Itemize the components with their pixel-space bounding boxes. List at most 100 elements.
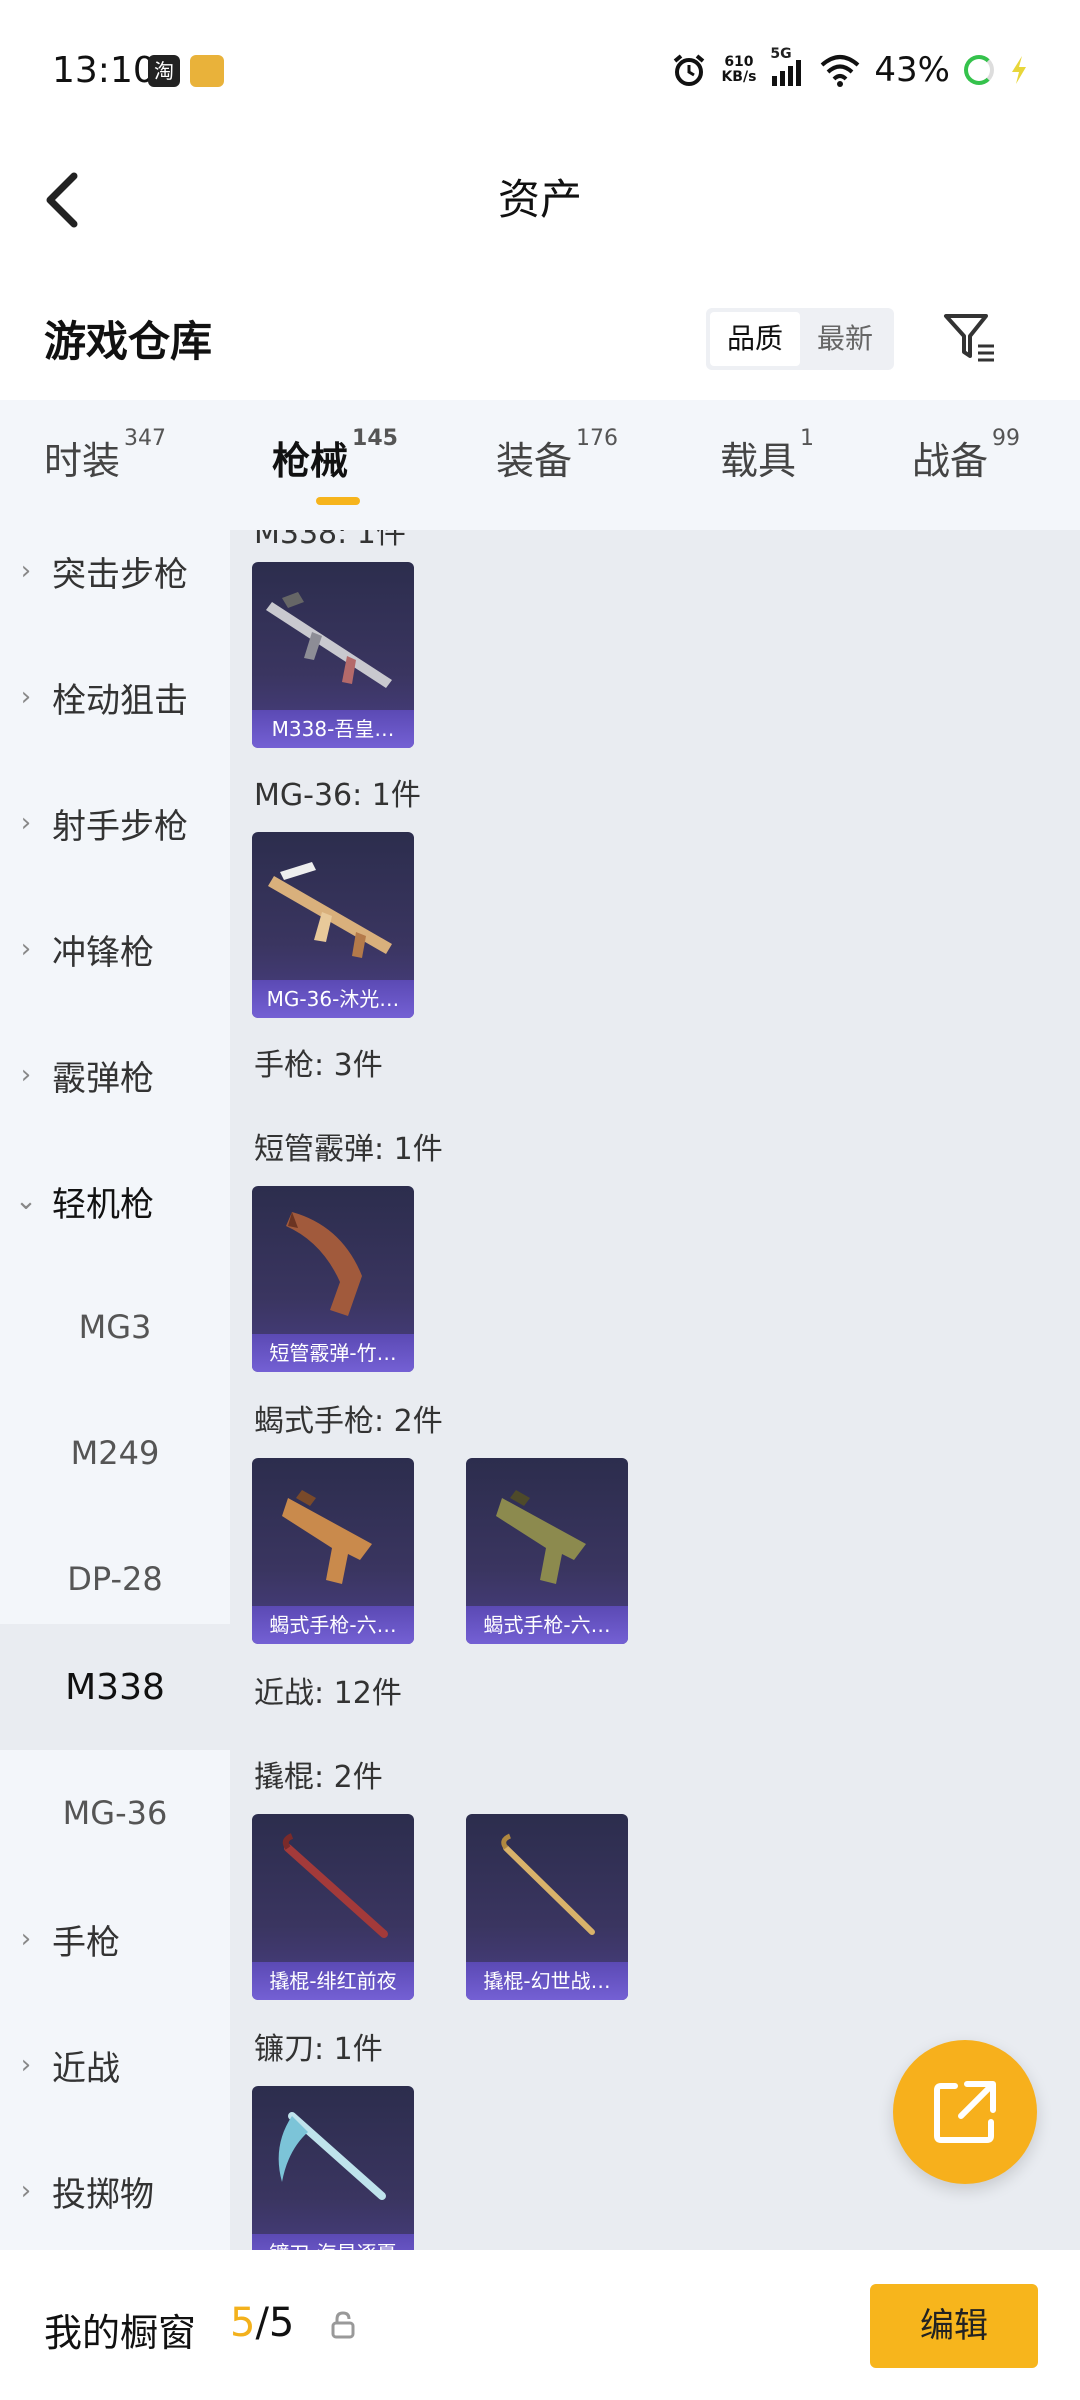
item-list: M338: 1件 M338-吾皇… MG-36: 1件 MG-36-沐光… 手枪… xyxy=(230,530,1080,2250)
chevron-right-icon: › xyxy=(20,808,32,838)
status-bar: 13:10 淘 610 KB/s 5G 43% xyxy=(0,0,1080,140)
warehouse-title: 游戏仓库 xyxy=(44,317,213,366)
sidebar-item-smg[interactable]: › 冲锋枪 xyxy=(0,886,230,1012)
item-card-name: 蝎式手枪-六… xyxy=(466,1606,628,1644)
share-external-icon xyxy=(934,2081,996,2143)
page-title: 资产 xyxy=(497,175,582,224)
showcase-count: 5/5 xyxy=(230,2300,294,2346)
sidebar-item-label: M338 xyxy=(65,1666,165,1708)
item-card-name: 撬棍-幻世战… xyxy=(466,1962,628,2000)
group-label-scythe: 镰刀: 1件 xyxy=(254,2032,383,2067)
item-card-name: 镰刀-海星逐夏 xyxy=(252,2234,414,2250)
sidebar-item-bolt-sniper[interactable]: › 栓动狙击 xyxy=(0,634,230,760)
net-speed: 610 KB/s xyxy=(721,55,756,85)
tab-vehicles[interactable]: 载具1 xyxy=(720,426,814,485)
sidebar-item-melee[interactable]: › 近战 xyxy=(0,2002,230,2128)
chevron-right-icon: › xyxy=(20,556,32,586)
alarm-icon xyxy=(674,54,705,86)
sidebar-item-label: 突击步枪 xyxy=(52,554,188,595)
net-speed-unit: KB/s xyxy=(721,69,757,85)
item-card-crowbar-1[interactable]: 撬棍-绯红前夜 xyxy=(252,1814,414,2000)
crowbar-icon xyxy=(501,1833,595,1935)
rifle-icon xyxy=(268,862,392,958)
status-right: 610 KB/s 5G 43% xyxy=(671,46,1030,92)
tab-count: 176 xyxy=(576,426,619,451)
warehouse-header: 游戏仓库 品质 最新 xyxy=(0,290,1080,400)
item-card-name: 撬棍-绯红前夜 xyxy=(252,1962,414,2000)
sidebar-item-label: 轻机枪 xyxy=(52,1184,154,1225)
sidebar-item-marksman-rifle[interactable]: › 射手步枪 xyxy=(0,760,230,886)
sidebar-item-label: MG3 xyxy=(78,1308,152,1346)
sidebar-item-label: 手枪 xyxy=(52,1922,120,1963)
item-card-mg36[interactable]: MG-36-沐光… xyxy=(252,832,414,1018)
sidebar-item-label: MG-36 xyxy=(62,1794,168,1832)
item-card-m338[interactable]: M338-吾皇… xyxy=(252,562,414,748)
sidebar-subitem-mg36[interactable]: MG-36 xyxy=(0,1750,230,1876)
group-label-crowbar: 撬棍: 2件 xyxy=(254,1760,383,1795)
active-tab-indicator xyxy=(316,497,360,505)
sidebar-item-throwable[interactable]: › 投掷物 xyxy=(0,2128,230,2250)
tab-count: 99 xyxy=(992,426,1021,451)
sidebar-subitem-m338[interactable]: M338 xyxy=(0,1624,230,1750)
edit-button[interactable]: 编辑 xyxy=(870,2284,1038,2368)
filter-icon[interactable] xyxy=(940,308,1000,368)
item-card-crowbar-2[interactable]: 撬棍-幻世战… xyxy=(466,1814,628,2000)
group-label-short-shotgun: 短管霰弹: 1件 xyxy=(254,1132,443,1167)
item-card-name: 蝎式手枪-六… xyxy=(252,1606,414,1644)
app-header: 资产 xyxy=(0,140,1080,290)
sort-option-newest[interactable]: 最新 xyxy=(800,312,890,366)
pistol-icon xyxy=(496,1490,586,1584)
scythe-icon xyxy=(278,2112,386,2200)
sidebar-subitem-mg3[interactable]: MG3 xyxy=(0,1264,230,1390)
group-label-melee: 近战: 12件 xyxy=(254,1676,402,1711)
share-fab[interactable] xyxy=(893,2040,1037,2184)
tab-battle-prep[interactable]: 战备99 xyxy=(912,426,1020,485)
sidebar-item-shotgun[interactable]: › 霰弹枪 xyxy=(0,1012,230,1138)
tab-fashion[interactable]: 时装347 xyxy=(44,426,166,485)
sidebar-item-pistol[interactable]: › 手枪 xyxy=(0,1876,230,2002)
bottom-bar: 我的橱窗 5/5 编辑 xyxy=(0,2250,1080,2400)
sort-option-quality[interactable]: 品质 xyxy=(710,312,800,366)
weapon-type-sidebar: › 突击步枪 › 栓动狙击 › 射手步枪 › 冲锋枪 › 霰弹枪 ⌄ 轻机枪 M… xyxy=(0,530,230,2250)
chevron-right-icon: › xyxy=(20,1924,32,1954)
rifle-icon xyxy=(266,592,392,688)
chevron-right-icon: › xyxy=(20,934,32,964)
item-card-short-shotgun[interactable]: 短管霰弹-竹… xyxy=(252,1186,414,1372)
chevron-right-icon: › xyxy=(20,682,32,712)
tab-equipment[interactable]: 装备176 xyxy=(496,426,618,485)
sidebar-item-label: 投掷物 xyxy=(52,2174,154,2215)
sidebar-item-label: 霰弹枪 xyxy=(52,1058,154,1099)
chevron-down-icon: ⌄ xyxy=(15,1186,37,1216)
lock-icon xyxy=(331,2311,355,2339)
item-card-name: 短管霰弹-竹… xyxy=(252,1334,414,1372)
sidebar-item-label: 栓动狙击 xyxy=(52,680,188,721)
tab-label: 枪械 xyxy=(272,439,349,483)
tab-label: 战备 xyxy=(912,439,989,483)
sidebar-item-assault-rifle[interactable]: › 突击步枪 xyxy=(0,530,230,634)
group-label-scorpion: 蝎式手枪: 2件 xyxy=(254,1404,443,1439)
item-card-scythe[interactable]: 镰刀-海星逐夏 xyxy=(252,2086,414,2250)
taobao-app-icon: 淘 xyxy=(148,55,180,87)
sidebar-item-label: DP-28 xyxy=(67,1560,163,1598)
tab-firearms[interactable]: 枪械145 xyxy=(272,426,398,485)
sidebar-item-label: M249 xyxy=(70,1434,160,1472)
shotgun-icon xyxy=(286,1212,362,1316)
status-time: 13:10 xyxy=(52,50,156,91)
sidebar-item-lmg[interactable]: ⌄ 轻机枪 xyxy=(0,1138,230,1264)
tab-label: 载具 xyxy=(720,439,797,483)
battery-ring-icon xyxy=(964,55,994,85)
chevron-right-icon: › xyxy=(20,2176,32,2206)
sidebar-subitem-m249[interactable]: M249 xyxy=(0,1390,230,1516)
chevron-right-icon: › xyxy=(20,2050,32,2080)
tab-label: 时装 xyxy=(44,439,121,483)
group-label-m338: M338: 1件 xyxy=(254,530,406,551)
group-label-mg36: MG-36: 1件 xyxy=(254,778,421,813)
item-card-name: MG-36-沐光… xyxy=(252,980,414,1018)
showcase-label: 我的橱窗 xyxy=(44,2311,197,2355)
item-card-scorpion-1[interactable]: 蝎式手枪-六… xyxy=(252,1458,414,1644)
item-card-scorpion-2[interactable]: 蝎式手枪-六… xyxy=(466,1458,628,1644)
sort-toggle: 品质 最新 xyxy=(706,308,894,370)
sidebar-item-label: 冲锋枪 xyxy=(52,932,154,973)
signal-icon: 5G xyxy=(770,46,806,88)
tab-count: 347 xyxy=(124,426,167,451)
